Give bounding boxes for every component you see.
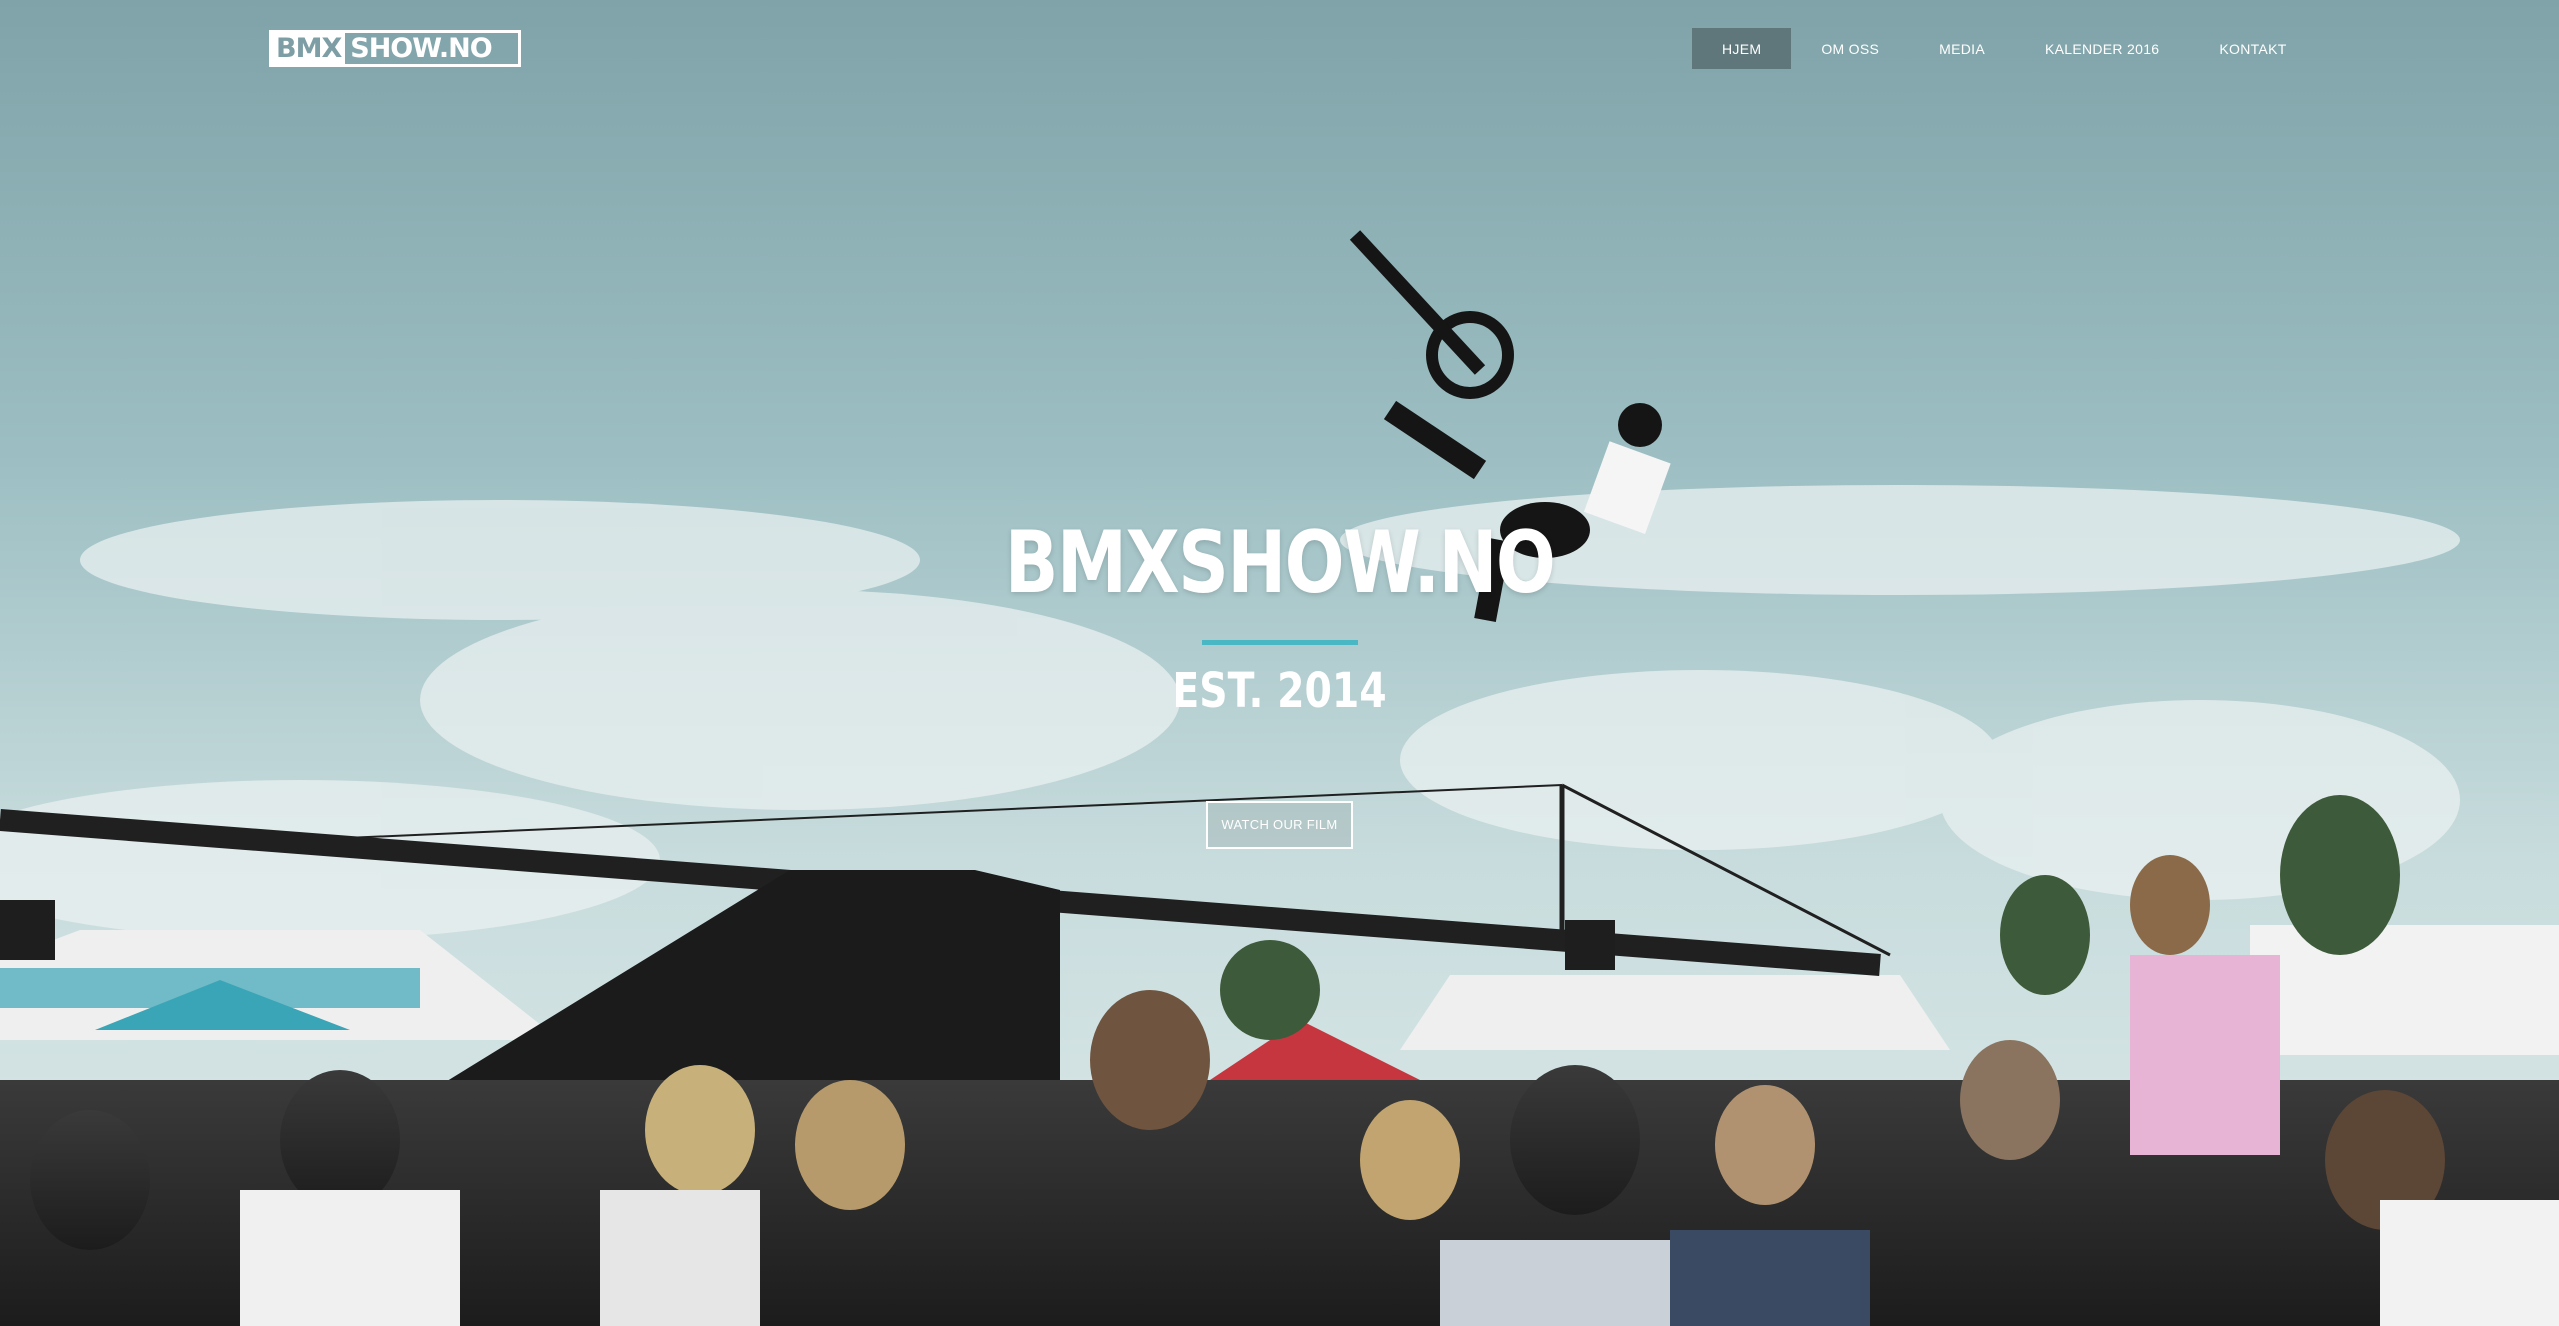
nav-item-kalender-2016[interactable]: KALENDER 2016: [2015, 28, 2189, 69]
nav-item-label: HJEM: [1722, 40, 1762, 57]
nav-item-label: KONTAKT: [2219, 40, 2287, 57]
hero-title-underline: [1201, 640, 1358, 645]
nav-item-hjem[interactable]: HJEM: [1692, 28, 1792, 69]
logo-text: SHOW.NO: [350, 33, 492, 64]
nav-item-label: MEDIA: [1939, 40, 1985, 57]
watch-film-button[interactable]: WATCH OUR FILM: [1206, 801, 1353, 849]
hero-content: BMXSHOW.NO EST. 2014 WATCH OUR FILM: [0, 520, 2559, 849]
site-logo[interactable]: BMX SHOW.NO: [269, 30, 521, 67]
nav-item-kontakt[interactable]: KONTAKT: [2189, 28, 2316, 69]
nav-item-media[interactable]: MEDIA: [1909, 28, 2015, 69]
hero-subtitle: EST. 2014: [1172, 663, 1387, 719]
nav-item-label: KALENDER 2016: [2044, 40, 2160, 57]
nav-item-om-oss[interactable]: OM OSS: [1791, 28, 1909, 69]
nav-item-label: OM OSS: [1821, 40, 1880, 57]
logo-box-text: BMX: [272, 33, 346, 64]
main-nav: HJEM OM OSS MEDIA KALENDER 2016 KONTAKT: [1692, 28, 2317, 69]
hero-title: BMXSHOW.NO: [1004, 513, 1556, 613]
